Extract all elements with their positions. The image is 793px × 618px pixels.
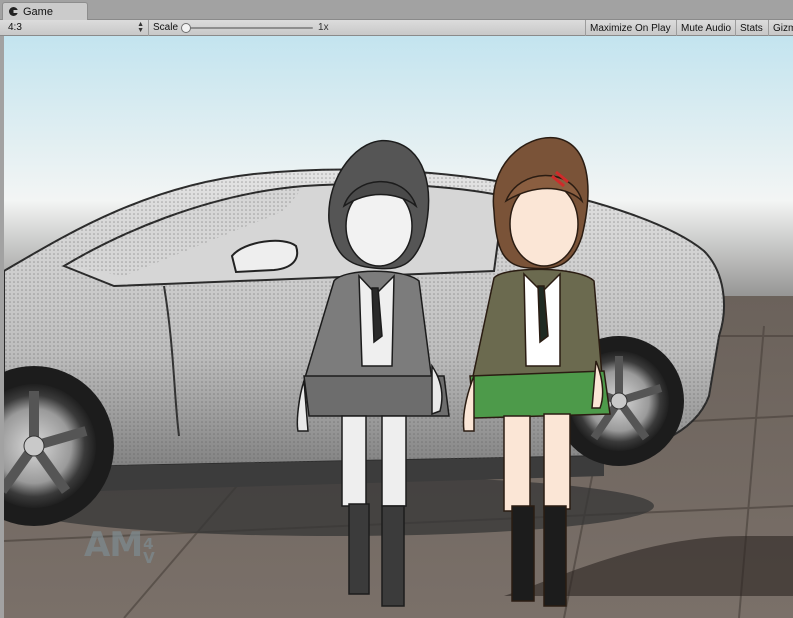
game-viewport[interactable]: AM 4 V — [4, 36, 793, 618]
watermark-text: AM — [84, 525, 143, 565]
tab-bar: Game — [0, 0, 793, 20]
tab-game[interactable]: Game — [2, 2, 88, 20]
game-toolbar: 4:3 ▲ ▼ Scale 1x Maximize On Play Mute Au… — [0, 19, 793, 36]
tab-label: Game — [23, 5, 53, 18]
scale-label: Scale — [153, 22, 179, 33]
dropdown-arrows-icon: ▲ ▼ — [137, 20, 144, 34]
scale-slider[interactable] — [181, 20, 315, 36]
game-controller-icon — [8, 6, 19, 17]
gizmos-button[interactable]: Gizmos — [768, 20, 793, 36]
scale-slider-track — [183, 26, 314, 29]
amv-watermark-logo: AM 4 V — [84, 525, 155, 567]
watermark-subscript: 4 V — [143, 537, 155, 567]
watermark-sub-bottom: V — [143, 549, 155, 567]
aspect-ratio-dropdown[interactable]: 4:3 ▲ ▼ — [0, 19, 149, 36]
scale-slider-thumb[interactable] — [181, 22, 192, 33]
mute-audio-button[interactable]: Mute Audio — [676, 20, 735, 36]
scale-value: 1x — [318, 22, 329, 33]
scale-control: Scale 1x — [149, 20, 329, 36]
maximize-on-play-button[interactable]: Maximize On Play — [585, 20, 676, 36]
stats-button[interactable]: Stats — [735, 20, 768, 36]
aspect-ratio-value: 4:3 — [8, 22, 22, 33]
